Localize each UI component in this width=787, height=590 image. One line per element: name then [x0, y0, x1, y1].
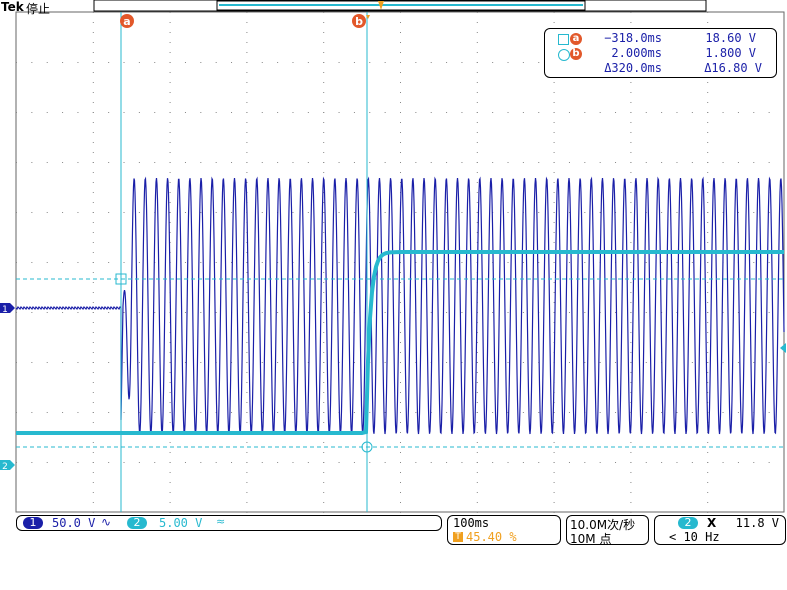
measurement-panel[interactable]: 2 X 11.8 V < 10 Hz	[654, 515, 786, 545]
cursor-a-handle-label: a	[123, 15, 130, 28]
readout-delta-volt: Δ16.80 V	[704, 61, 762, 75]
readout-a-time: −318.0ms	[604, 31, 662, 45]
ch2-badge[interactable]: 2	[127, 517, 147, 529]
ch2-scale[interactable]: 5.00 V	[159, 516, 202, 530]
oscilloscope-screen: a b 1 2	[0, 0, 786, 513]
timebase-scale[interactable]: 100ms	[453, 516, 489, 530]
measurement-frequency-note: < 10 Hz	[669, 530, 720, 544]
timebase-panel[interactable]: 100ms T 45.40 %	[447, 515, 561, 545]
ch1-ground-label: 1	[2, 305, 8, 315]
measurement-channel-badge: 2	[678, 517, 698, 529]
measurement-value: 11.8 V	[735, 516, 779, 530]
run-state: 停止	[26, 2, 51, 16]
trigger-position-value[interactable]: 45.40 %	[466, 530, 517, 544]
ch1-badge[interactable]: 1	[23, 517, 43, 529]
readout-delta-time: Δ320.0ms	[604, 61, 662, 75]
cursor-b-circle-icon	[558, 49, 570, 61]
channel-settings-bar[interactable]: 1 50.0 V ∿ 2 5.00 V ≈	[16, 515, 442, 531]
ch2-ground-label: 2	[2, 462, 8, 472]
ch1-scale[interactable]: 50.0 V	[52, 516, 95, 530]
readout-marker-b: b	[570, 48, 582, 60]
readout-b-volt: 1.800 V	[705, 46, 756, 60]
ch2-bandwidth-icon: ≈	[216, 515, 226, 528]
readout-b-time: 2.000ms	[611, 46, 662, 60]
cursor-b-handle-label: b	[355, 15, 363, 28]
acquisition-panel[interactable]: 10.0M次/秒 10M 点	[566, 515, 649, 546]
trigger-position-badge: T	[453, 532, 463, 542]
ch1-coupling-icon: ∿	[101, 515, 112, 529]
readout-a-volt: 18.60 V	[705, 31, 756, 45]
measurement-type: X	[707, 516, 717, 530]
cursor-readout-panel: a −318.0ms 18.60 V b 2.000ms 1.800 V Δ32…	[544, 28, 777, 78]
brand-logo: Tek	[1, 0, 24, 14]
record-length: 10M 点	[570, 532, 612, 546]
cursor-a-square-icon	[558, 34, 569, 45]
readout-marker-a: a	[570, 33, 582, 45]
